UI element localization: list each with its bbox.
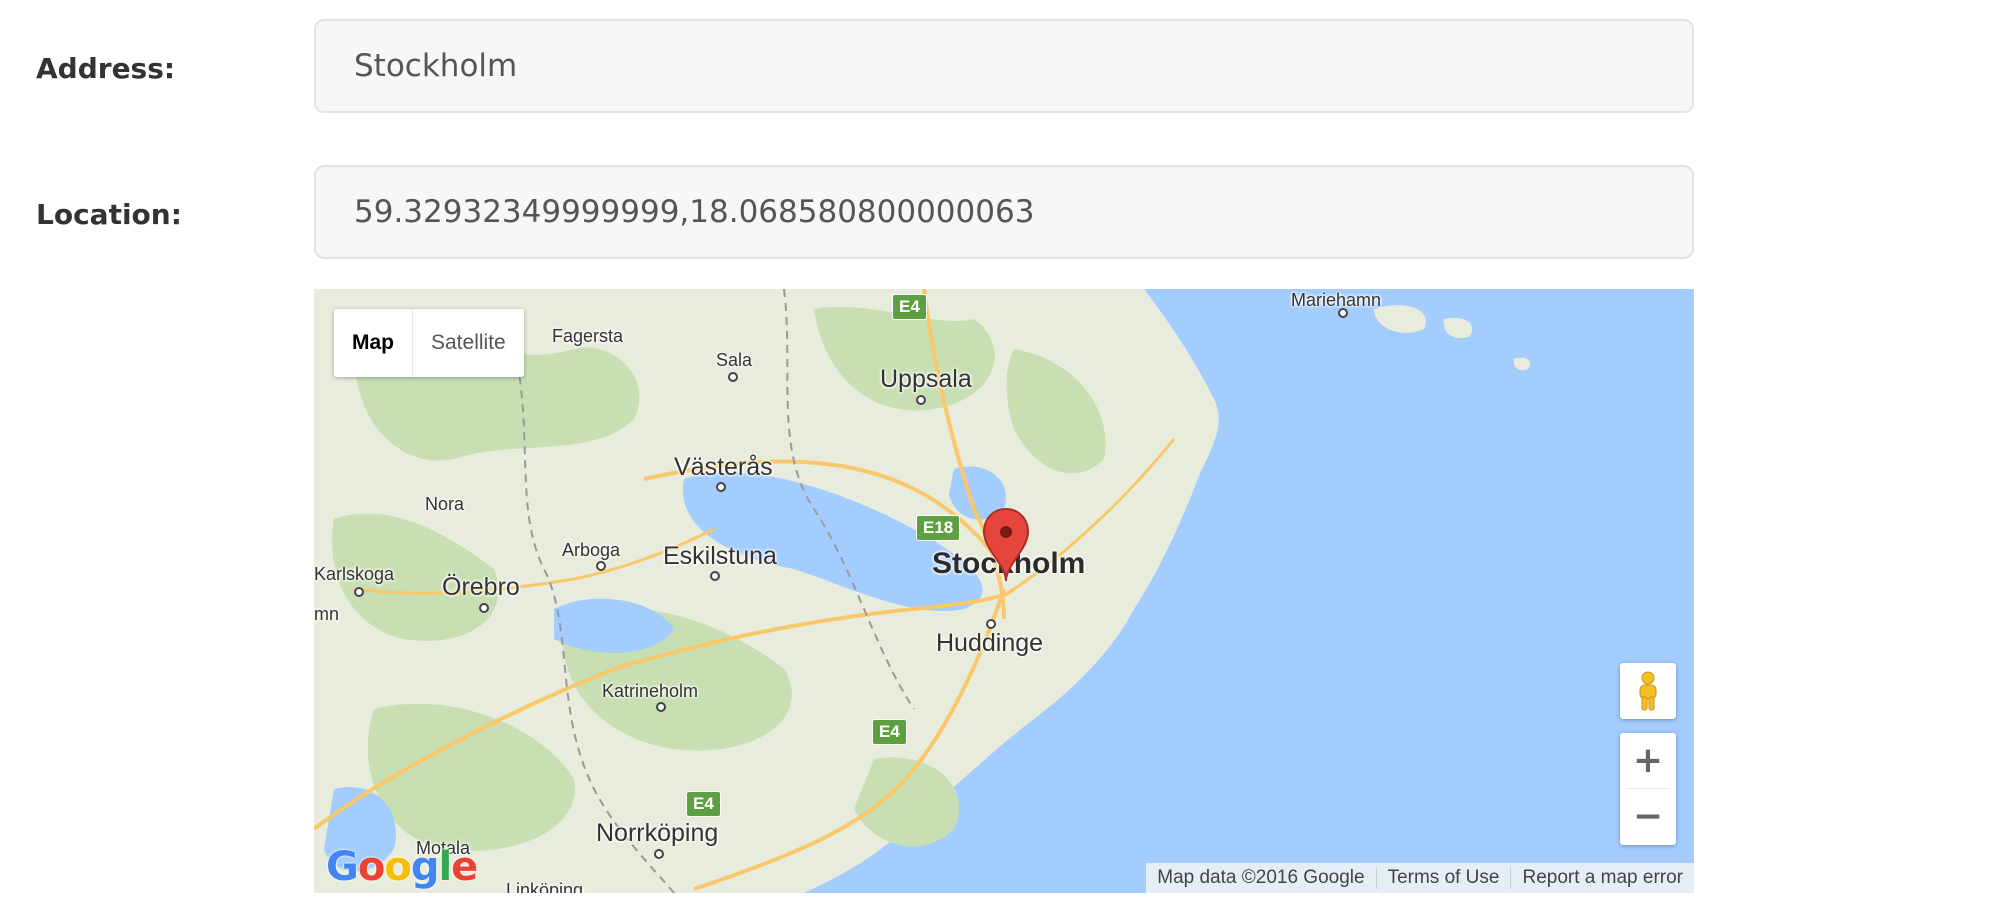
place-mariehamn: Mariehamn	[1291, 290, 1382, 310]
map-marker-icon[interactable]	[982, 507, 1030, 587]
place-vasteras: Västerås	[674, 453, 773, 481]
report-map-error-link[interactable]: Report a map error	[1510, 867, 1694, 889]
place-eskilstuna: Eskilstuna	[663, 542, 777, 570]
map-type-satellite-button[interactable]: Satellite	[413, 309, 524, 377]
road-shield-e18: E18	[916, 515, 961, 541]
city-dot	[710, 571, 720, 581]
city-dot	[479, 603, 489, 613]
city-dot	[916, 395, 926, 405]
place-norrkoping: Norrköping	[596, 819, 719, 847]
city-dot	[596, 561, 606, 571]
address-label: Address:	[36, 52, 176, 85]
place-linkoping: Linköping	[506, 880, 584, 893]
pegman-icon	[1639, 671, 1657, 711]
city-dot	[716, 482, 726, 492]
place-karlskoga: Karlskoga	[314, 564, 395, 584]
city-dot	[654, 849, 664, 859]
place-orebro: Örebro	[442, 573, 520, 601]
location-label: Location:	[36, 198, 182, 231]
map-base-layer	[314, 289, 1694, 893]
google-logo: Google	[326, 844, 478, 890]
map-attribution: Map data ©2016 Google Terms of Use Repor…	[1146, 863, 1694, 893]
street-view-pegman-button[interactable]	[1620, 663, 1676, 719]
map-type-control: Map Satellite	[334, 309, 524, 377]
address-input[interactable]	[314, 19, 1694, 113]
city-dot	[986, 619, 996, 629]
terms-of-use-link[interactable]: Terms of Use	[1375, 867, 1511, 889]
city-dot	[728, 372, 738, 382]
zoom-out-button[interactable]: −	[1620, 789, 1676, 844]
zoom-in-button[interactable]: +	[1620, 733, 1676, 788]
map-view[interactable]: Mariehamn Fagersta Sala Uppsala Västerås…	[314, 289, 1694, 893]
map-type-map-button[interactable]: Map	[334, 309, 413, 377]
city-dot	[656, 702, 666, 712]
map-data-credit: Map data ©2016 Google	[1157, 867, 1365, 888]
road-shield-e4: E4	[872, 719, 907, 745]
place-mn: mn	[314, 604, 340, 624]
place-uppsala: Uppsala	[880, 365, 972, 393]
place-huddinge: Huddinge	[936, 629, 1044, 657]
place-katrineholm: Katrineholm	[602, 681, 699, 701]
zoom-control: + −	[1620, 733, 1676, 845]
place-arboga: Arboga	[562, 540, 621, 560]
place-nora: Nora	[425, 494, 465, 514]
location-input[interactable]	[314, 165, 1694, 259]
city-dot	[354, 587, 364, 597]
city-dot	[1338, 308, 1348, 318]
road-shield-e4: E4	[686, 791, 721, 817]
road-shield-e4: E4	[892, 294, 927, 320]
place-fagersta: Fagersta	[552, 326, 624, 346]
place-sala: Sala	[716, 350, 753, 370]
